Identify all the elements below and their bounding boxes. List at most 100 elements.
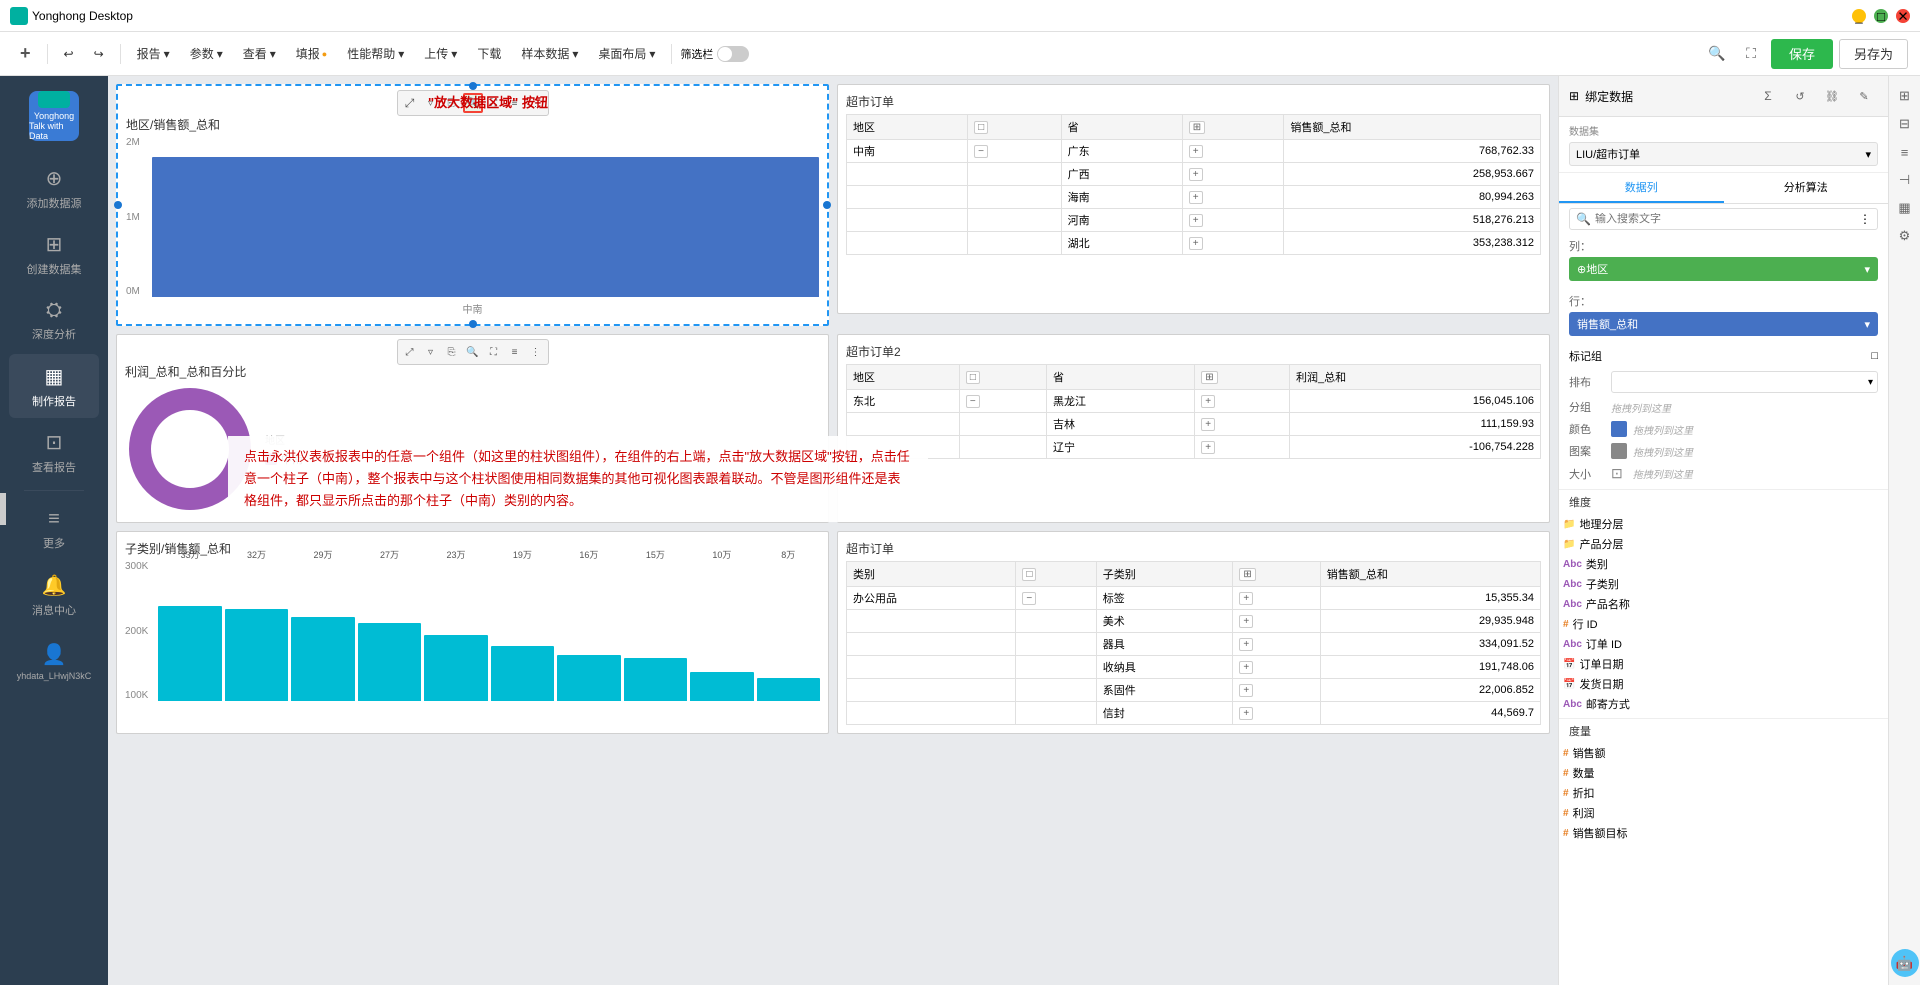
sub-bar[interactable] — [158, 606, 221, 701]
refresh-icon[interactable]: ↺ — [1786, 82, 1814, 110]
add-button[interactable]: + — [12, 40, 39, 68]
maximize-button[interactable]: □ — [1874, 9, 1888, 23]
search-input[interactable] — [1595, 213, 1855, 225]
minimize-button[interactable]: _ — [1852, 9, 1866, 23]
cell-expand[interactable]: + — [1195, 413, 1290, 436]
field-item-shipmode[interactable]: Abc 邮寄方式 — [1559, 694, 1888, 714]
tab-data-columns[interactable]: 数据列 — [1559, 173, 1724, 203]
chart-copy-btn-2[interactable]: ⎘ — [442, 342, 462, 362]
collapse3-btn[interactable]: □ — [1022, 568, 1036, 581]
fullscreen-icon-btn[interactable]: ⛶ — [1737, 40, 1765, 68]
sort-select[interactable]: ▾ — [1611, 371, 1878, 393]
field-item-category[interactable]: Abc 类别 — [1559, 554, 1888, 574]
dataset-selector[interactable]: LIU/超市订单 ▾ — [1569, 142, 1878, 166]
field-item-product[interactable]: 📁 产品分层 — [1559, 534, 1888, 554]
layout-menu[interactable]: 桌面布局 ▾ — [590, 40, 663, 68]
cell-expand[interactable]: + — [1233, 633, 1320, 656]
sub-bar[interactable] — [557, 655, 620, 701]
cell-expand[interactable]: + — [1233, 679, 1320, 702]
collapse-all-btn[interactable]: □ — [974, 121, 988, 134]
field-item-quantity[interactable]: # 数量 — [1559, 763, 1888, 783]
right-icon-data[interactable]: ⊟ — [1893, 112, 1917, 136]
sub-bar[interactable] — [291, 617, 354, 701]
color-swatch[interactable] — [1611, 421, 1627, 437]
chart-expand-btn[interactable]: ⤢ — [400, 93, 420, 113]
resize-handle-right[interactable] — [823, 201, 831, 209]
chart-fullscreen-btn-2[interactable]: ⛶ — [484, 342, 504, 362]
cell-expand[interactable]: + — [1182, 186, 1284, 209]
redo-button[interactable]: ↪ — [86, 40, 112, 68]
save-as-button[interactable]: 另存为 — [1839, 39, 1908, 69]
cell-collapse[interactable]: − — [1016, 587, 1096, 610]
close-button[interactable]: ✕ — [1896, 9, 1910, 23]
field-item-salestarget[interactable]: # 销售额目标 — [1559, 823, 1888, 843]
bar-chart-bar[interactable] — [152, 157, 819, 297]
expand3-btn[interactable]: ⊞ — [1239, 568, 1255, 581]
cell-expand[interactable]: + — [1233, 587, 1320, 610]
col-field-region[interactable]: ⊕ 地区 ▾ — [1569, 257, 1878, 281]
chart-expand-btn-2[interactable]: ⤢ — [400, 342, 420, 362]
chart-list-btn-2[interactable]: ≡ — [505, 342, 525, 362]
sub-bar[interactable] — [757, 678, 820, 701]
cell-expand[interactable]: + — [1233, 702, 1320, 725]
cell-expand[interactable]: + — [1195, 436, 1290, 459]
search-more-btn[interactable]: ⋮ — [1859, 212, 1871, 226]
sub-bar[interactable] — [358, 623, 421, 701]
field-item-profit[interactable]: # 利润 — [1559, 803, 1888, 823]
resize-handle-bottom[interactable] — [469, 320, 477, 328]
undo-button[interactable]: ↩ — [56, 40, 82, 68]
sidebar-item-create-dataset[interactable]: ⊞ 创建数据集 — [9, 222, 99, 286]
cell-collapse[interactable]: − — [968, 140, 1062, 163]
cell-expand[interactable]: + — [1182, 232, 1284, 255]
right-icon-settings[interactable]: ⚙ — [1893, 224, 1917, 248]
field-item-discount[interactable]: # 折扣 — [1559, 783, 1888, 803]
sub-bar[interactable] — [491, 646, 554, 701]
field-item-geo[interactable]: 📁 地理分层 — [1559, 514, 1888, 534]
sidebar-item-user[interactable]: 👤 yhdata_LHwjN3kC — [9, 629, 99, 693]
cell-expand[interactable]: + — [1195, 390, 1290, 413]
mark-group-btn[interactable]: □ — [1871, 350, 1878, 362]
chart-more-btn-2[interactable]: ⋮ — [526, 342, 546, 362]
sidebar-item-more[interactable]: ≡ 更多 — [9, 497, 99, 561]
filter-toggle[interactable]: 筛选栏 — [680, 46, 749, 62]
resize-handle-top[interactable] — [469, 82, 477, 90]
row-field-sales[interactable]: 销售额_总和 ▾ — [1569, 312, 1878, 336]
right-icon-axis[interactable]: ⊣ — [1893, 168, 1917, 192]
cell-expand[interactable]: + — [1182, 163, 1284, 186]
chart-card-1[interactable]: ⤢ ▿ ⎘ 🔍 ⛶ ≡ ⋮ 地区/销售额_总和 "放大数据区域" 按钮 2M 1… — [116, 84, 829, 326]
expand2-btn[interactable]: ⊞ — [1201, 371, 1217, 384]
cell-expand[interactable]: + — [1233, 656, 1320, 679]
link-icon[interactable]: ⛓ — [1818, 82, 1846, 110]
sub-bar[interactable] — [690, 672, 753, 701]
field-item-shipdate[interactable]: 📅 发货日期 — [1559, 674, 1888, 694]
sidebar-item-make-report[interactable]: ▦ 制作报告 — [9, 354, 99, 418]
sidebar-item-add-datasource[interactable]: ⊕ 添加数据源 — [9, 156, 99, 220]
sidebar-item-deep-analysis[interactable]: ⛭ 深度分析 — [9, 288, 99, 352]
save-button[interactable]: 保存 — [1771, 39, 1833, 69]
edit-icon[interactable]: ✎ — [1850, 82, 1878, 110]
cell-expand[interactable]: + — [1182, 140, 1284, 163]
expand-all-btn[interactable]: ⊞ — [1189, 121, 1205, 134]
field-item-rowid[interactable]: # 行 ID — [1559, 614, 1888, 634]
field-item-orderdate[interactable]: 📅 订单日期 — [1559, 654, 1888, 674]
right-icon-components[interactable]: ⊞ — [1893, 84, 1917, 108]
search-icon-btn[interactable]: 🔍 — [1703, 40, 1731, 68]
panel-collapse-btn[interactable]: › — [0, 493, 6, 525]
right-icon-format[interactable]: ≡ — [1893, 140, 1917, 164]
right-icon-chart-type[interactable]: ▦ — [1893, 196, 1917, 220]
sub-bar[interactable] — [424, 635, 487, 701]
view-menu[interactable]: 查看 ▾ — [235, 40, 284, 68]
report-menu[interactable]: 报告 ▾ — [129, 40, 178, 68]
pattern-swatch[interactable] — [1611, 443, 1627, 459]
chart-zoom-btn-2[interactable]: 🔍 — [463, 342, 483, 362]
perf-menu[interactable]: 性能帮助 ▾ — [339, 40, 412, 68]
field-item-subcategory[interactable]: Abc 子类别 — [1559, 574, 1888, 594]
row-field-dropdown[interactable]: ▾ — [1864, 318, 1870, 331]
cell-collapse[interactable]: − — [959, 390, 1046, 413]
sample-data-menu[interactable]: 样本数据 ▾ — [513, 40, 586, 68]
fill-menu[interactable]: 填报 ● — [288, 40, 335, 68]
sidebar-item-view-report[interactable]: ⊡ 查看报告 — [9, 420, 99, 484]
collapse2-btn[interactable]: □ — [966, 371, 980, 384]
chart-filter-btn-2[interactable]: ▿ — [421, 342, 441, 362]
sub-bar[interactable] — [225, 609, 288, 701]
